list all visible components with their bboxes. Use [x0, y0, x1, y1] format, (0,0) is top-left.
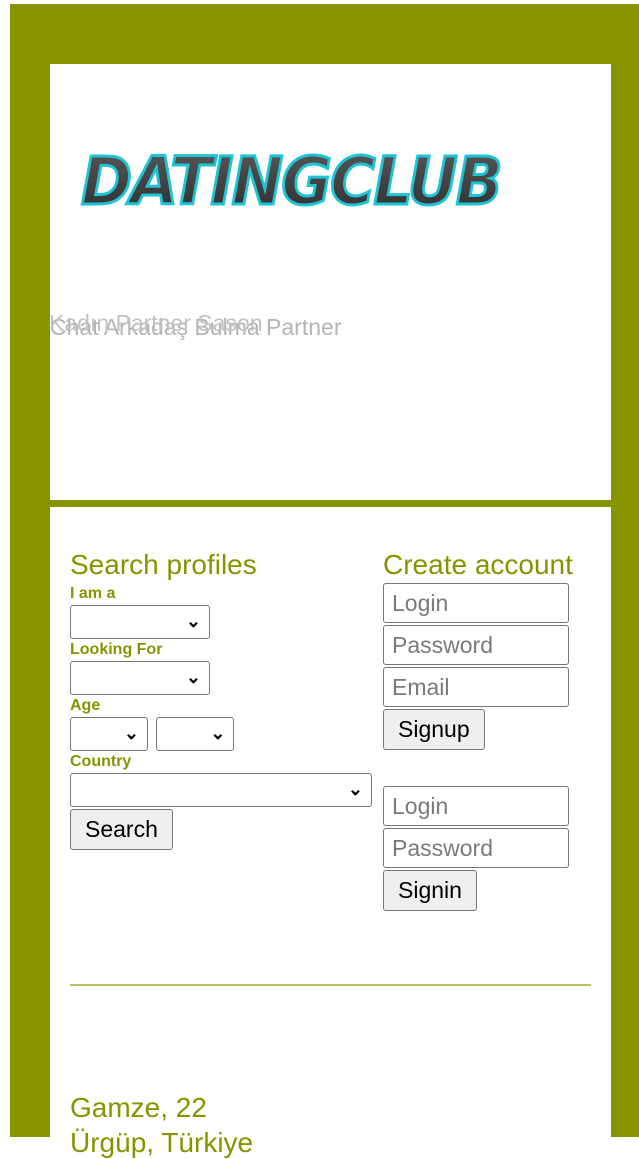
gender-select[interactable]: ⌄ [70, 605, 210, 639]
chevron-down-icon: ⌄ [185, 667, 201, 687]
chevron-down-icon: ⌄ [185, 611, 201, 631]
section-divider [70, 984, 591, 986]
search-profiles-panel: Search profiles I am a ⌄ Looking For ⌄ A… [70, 547, 372, 850]
country-label: Country [70, 753, 132, 770]
country-select[interactable]: ⌄ [70, 773, 372, 807]
signup-email-input[interactable]: Email [383, 667, 569, 707]
chevron-down-icon: ⌄ [347, 779, 363, 799]
signup-login-input[interactable]: Login [383, 583, 569, 623]
profile-location: Ürgüp, Türkiye [70, 1127, 254, 1158]
signup-password-input[interactable]: Password [383, 625, 569, 665]
search-profiles-title: Search profiles [70, 549, 257, 580]
i-am-label: I am a [70, 585, 116, 602]
signin-button[interactable]: Signin [383, 870, 477, 911]
signup-button[interactable]: Signup [383, 709, 485, 750]
header-card: DATINGCLUB Chat Arkadaş Bulma Partner Ka… [49, 64, 611, 500]
looking-for-label: Looking For [70, 641, 163, 658]
logo-text: DATINGCLUB [81, 143, 501, 220]
profile-name-age[interactable]: Gamze, 22 [70, 1092, 207, 1124]
chevron-down-icon: ⌄ [210, 723, 226, 743]
looking-for-select[interactable]: ⌄ [70, 661, 210, 695]
site-logo[interactable]: DATINGCLUB [75, 134, 507, 224]
age-max-select[interactable]: ⌄ [156, 717, 235, 751]
create-account-panel: Create account Login Password Email Sign… [383, 547, 583, 911]
create-account-title: Create account [383, 549, 573, 580]
age-label: Age [70, 697, 101, 714]
search-button[interactable]: Search [70, 809, 173, 850]
tagline-front: Kadın Partner Sason [49, 310, 263, 336]
signin-login-input[interactable]: Login [383, 786, 569, 826]
main-card: Search profiles I am a ⌄ Looking For ⌄ A… [50, 507, 611, 1158]
age-min-select[interactable]: ⌄ [70, 717, 148, 751]
chevron-down-icon: ⌄ [123, 723, 139, 743]
signin-password-input[interactable]: Password [383, 828, 569, 868]
